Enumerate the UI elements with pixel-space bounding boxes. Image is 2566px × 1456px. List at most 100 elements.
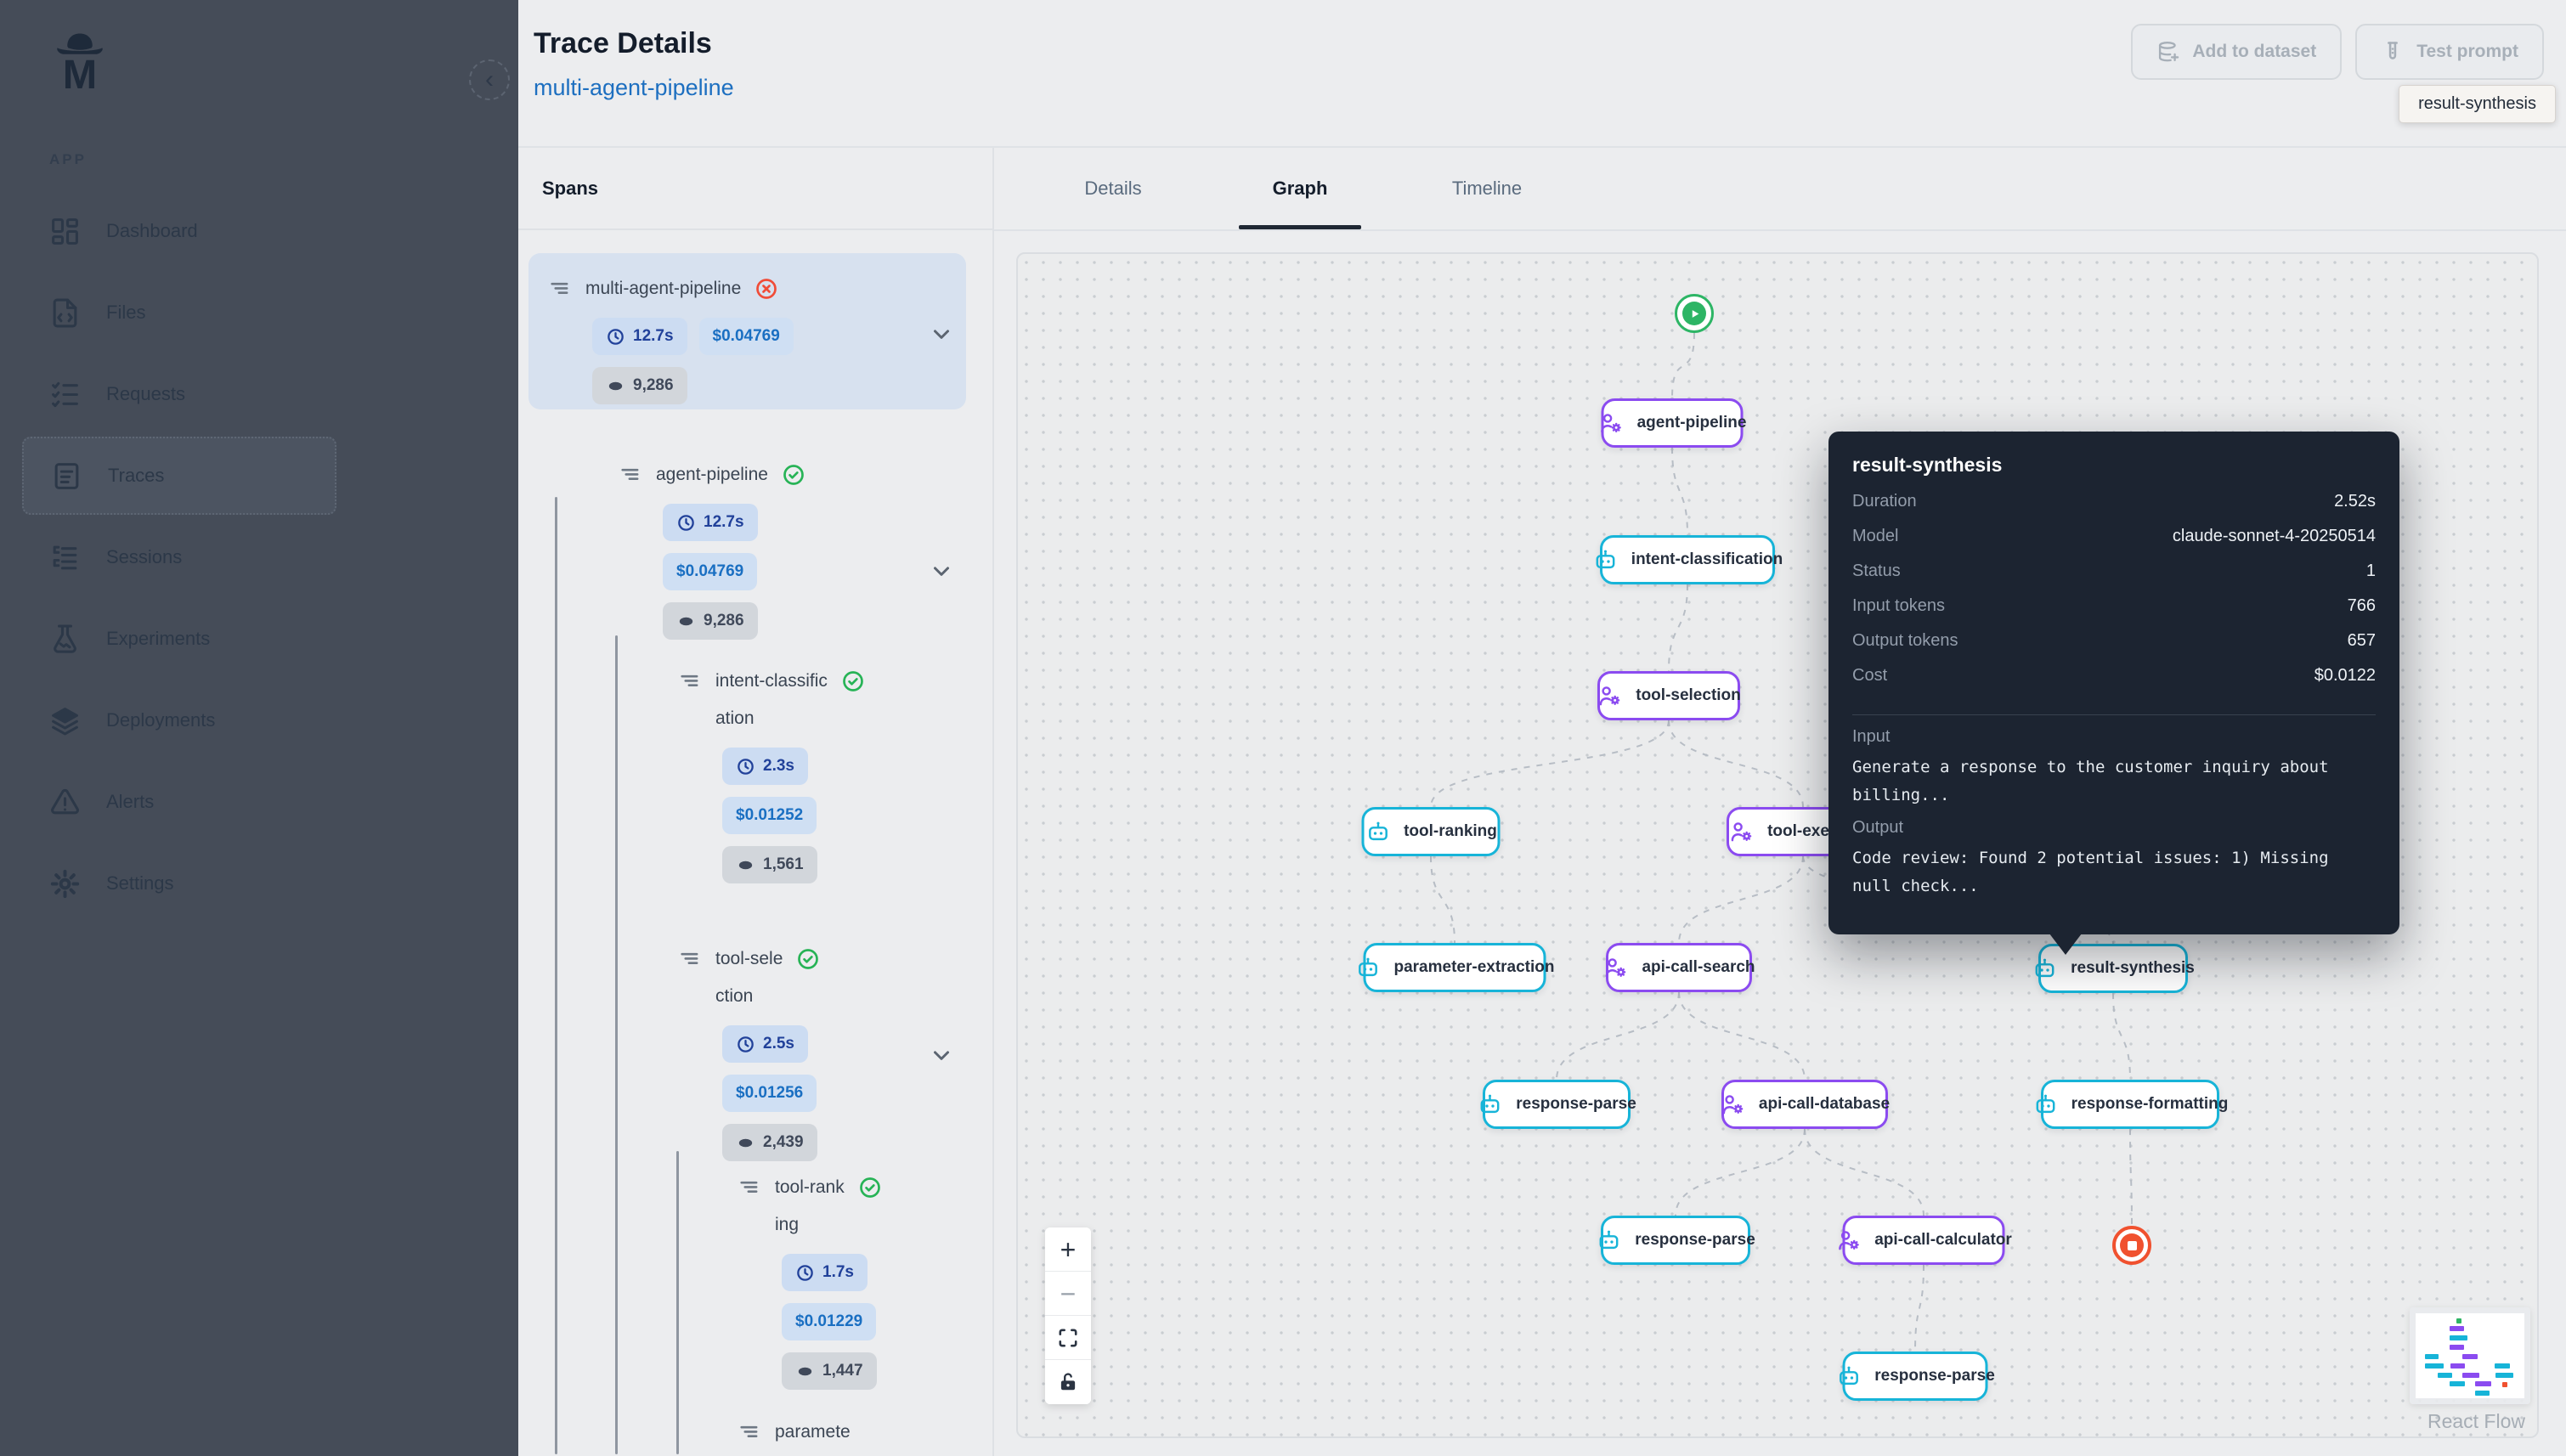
duration-badge: 1.7s	[782, 1254, 868, 1291]
sidebar-item-sessions[interactable]: Sessions	[0, 516, 518, 598]
tooltip-row: Duration2.52s	[1852, 492, 2376, 527]
sidebar-item-alerts[interactable]: Alerts	[0, 761, 518, 843]
tab-details[interactable]: Details	[1020, 148, 1207, 229]
edge-api-call-calculator-to-response-parse-3	[1915, 1265, 1924, 1352]
database-plus-icon	[2156, 40, 2180, 64]
graph-node-label: result-synthesis	[2071, 959, 2195, 978]
graph-node-intent-classification[interactable]: intent-classification	[1600, 535, 1775, 584]
node-tooltip-title: result-synthesis	[1852, 454, 2376, 477]
svg-text:M: M	[63, 52, 97, 98]
sidebar-item-dashboard[interactable]: Dashboard	[0, 190, 518, 272]
graph-node-api-call-database[interactable]: api-call-database	[1721, 1080, 1888, 1129]
tab-timeline[interactable]: Timeline	[1393, 148, 1580, 229]
graph-node-response-parse-2[interactable]: response-parse	[1601, 1216, 1750, 1265]
tab-graph[interactable]: Graph	[1207, 148, 1393, 229]
status-success-icon	[858, 1176, 882, 1199]
sidebar-collapse-button[interactable]: ‹	[469, 59, 510, 100]
start-node[interactable]	[1675, 294, 1714, 333]
duration-badge: 2.3s	[722, 748, 808, 785]
end-node[interactable]	[2112, 1226, 2151, 1265]
span-tree-item[interactable]: tool-selection2.5s$0.012562,439	[678, 940, 966, 1161]
tooltip-row-label: Output tokens	[1852, 631, 1958, 651]
span-title-row: multi-agent-pipeline	[548, 270, 966, 308]
minimap-node	[2462, 1354, 2478, 1359]
fit-view-button[interactable]	[1045, 1316, 1091, 1360]
test-tube-icon	[2381, 40, 2405, 64]
graph-node-label: response-parse	[1516, 1095, 1636, 1114]
span-tree-item[interactable]: multi-agent-pipeline12.7s$0.047699,286	[528, 253, 966, 409]
cost-badge-value: $0.01256	[736, 1084, 803, 1103]
sidebar-item-label: Deployments	[106, 709, 215, 731]
graph-node-api-call-search[interactable]: api-call-search	[1606, 943, 1752, 992]
node-tooltip-rows: Duration2.52sModelclaude-sonnet-4-202505…	[1852, 492, 2376, 701]
graph-node-tool-selection[interactable]: tool-selection	[1597, 671, 1740, 720]
robot-icon	[2032, 956, 2058, 982]
input-label: Input	[1852, 727, 2376, 747]
duration-badge-value: 12.7s	[633, 327, 674, 346]
span-title-row: agent-pipeline	[619, 456, 966, 494]
stop-icon	[2120, 1233, 2144, 1257]
span-tree-icon	[619, 463, 642, 487]
graph-node-response-parse-1[interactable]: response-parse	[1483, 1080, 1631, 1129]
sidebar-item-label: Experiments	[106, 628, 210, 650]
sidebar-item-deployments[interactable]: Deployments	[0, 680, 518, 761]
graph-node-parameter-extraction[interactable]: parameter-extraction	[1364, 943, 1546, 992]
clock-icon	[676, 513, 696, 533]
tooltip-row: Input tokens766	[1852, 596, 2376, 631]
zoom-in-button[interactable]: +	[1045, 1227, 1091, 1272]
chevron-down-icon[interactable]	[929, 321, 954, 347]
zoom-in-icon: +	[1060, 1236, 1077, 1263]
minimap-node	[2456, 1318, 2461, 1323]
sidebar-item-experiments[interactable]: Experiments	[0, 598, 518, 680]
minimap-node	[2502, 1382, 2507, 1387]
sidebar-item-label: Dashboard	[106, 220, 198, 242]
edge-start-to-agent-pipeline	[1672, 333, 1694, 398]
minimap-node	[2495, 1363, 2510, 1369]
graph-node-response-formatting[interactable]: response-formatting	[2041, 1080, 2219, 1129]
minimap-node	[2475, 1391, 2490, 1396]
span-tree-item[interactable]: tool-ranking1.7s$0.012291,447	[738, 1169, 966, 1390]
span-badges: 2.3s$0.012521,561	[722, 748, 871, 883]
graph-node-tool-ranking[interactable]: tool-ranking	[1362, 807, 1501, 856]
graph-node-response-parse-3[interactable]: response-parse	[1843, 1352, 1988, 1401]
sidebar: M ‹ APP Dashboard FilesRequestsTracesSess…	[0, 0, 518, 1456]
duration-badge: 2.5s	[722, 1025, 808, 1063]
lock-icon	[1057, 1371, 1079, 1393]
test-prompt-button[interactable]: Test prompt	[2355, 24, 2544, 80]
robot-icon	[1835, 1363, 1862, 1390]
edge-api-call-search-to-response-parse-1	[1557, 992, 1679, 1080]
robot-icon	[1477, 1092, 1503, 1118]
clock-icon	[736, 1035, 755, 1054]
sidebar-item-files[interactable]: Files	[0, 272, 518, 353]
span-tree-item[interactable]: paramete	[738, 1414, 966, 1451]
sidebar-section-label: APP	[49, 151, 87, 168]
tooltip-arrow	[2049, 934, 2082, 955]
tooltip-row-value: 1	[2366, 562, 2376, 581]
span-tree-item[interactable]: agent-pipeline12.7s$0.047699,286	[619, 456, 966, 640]
tokens-badge: 1,447	[782, 1352, 877, 1390]
duration-badge-value: 2.3s	[763, 757, 794, 776]
robot-icon	[1592, 547, 1619, 573]
sidebar-item-settings[interactable]: Settings	[0, 843, 518, 924]
sidebar-item-traces[interactable]: Traces	[22, 437, 336, 515]
minimap-node	[2495, 1373, 2513, 1378]
chevron-down-icon[interactable]	[929, 1042, 954, 1068]
minimap-node	[2425, 1363, 2444, 1369]
trace-name-link[interactable]: multi-agent-pipeline	[534, 75, 734, 101]
zoom-out-icon: −	[1060, 1280, 1077, 1307]
graph-node-api-call-calculator[interactable]: api-call-calculator	[1843, 1216, 2005, 1265]
minimap[interactable]	[2410, 1307, 2530, 1404]
edge-tool-selection-to-tool-execution	[1669, 720, 1803, 807]
add-to-dataset-button[interactable]: Add to dataset	[2131, 24, 2342, 80]
lock-button[interactable]	[1045, 1360, 1091, 1404]
sidebar-item-requests[interactable]: Requests	[0, 353, 518, 435]
zoom-out-button[interactable]: −	[1045, 1272, 1091, 1316]
edge-intent-classification-to-tool-selection	[1669, 584, 1687, 671]
span-tree-item[interactable]: intent-classification2.3s$0.012521,561	[678, 663, 966, 883]
graph-canvas[interactable]: agent-pipeline intent-classification tool-…	[1016, 252, 2539, 1438]
chevron-down-icon[interactable]	[929, 558, 954, 584]
graph-node-agent-pipeline[interactable]: agent-pipeline	[1602, 398, 1744, 448]
sidebar-item-label: Alerts	[106, 791, 154, 813]
tooltip-row-value: $0.0122	[2314, 666, 2376, 686]
span-tree-icon	[678, 947, 702, 971]
